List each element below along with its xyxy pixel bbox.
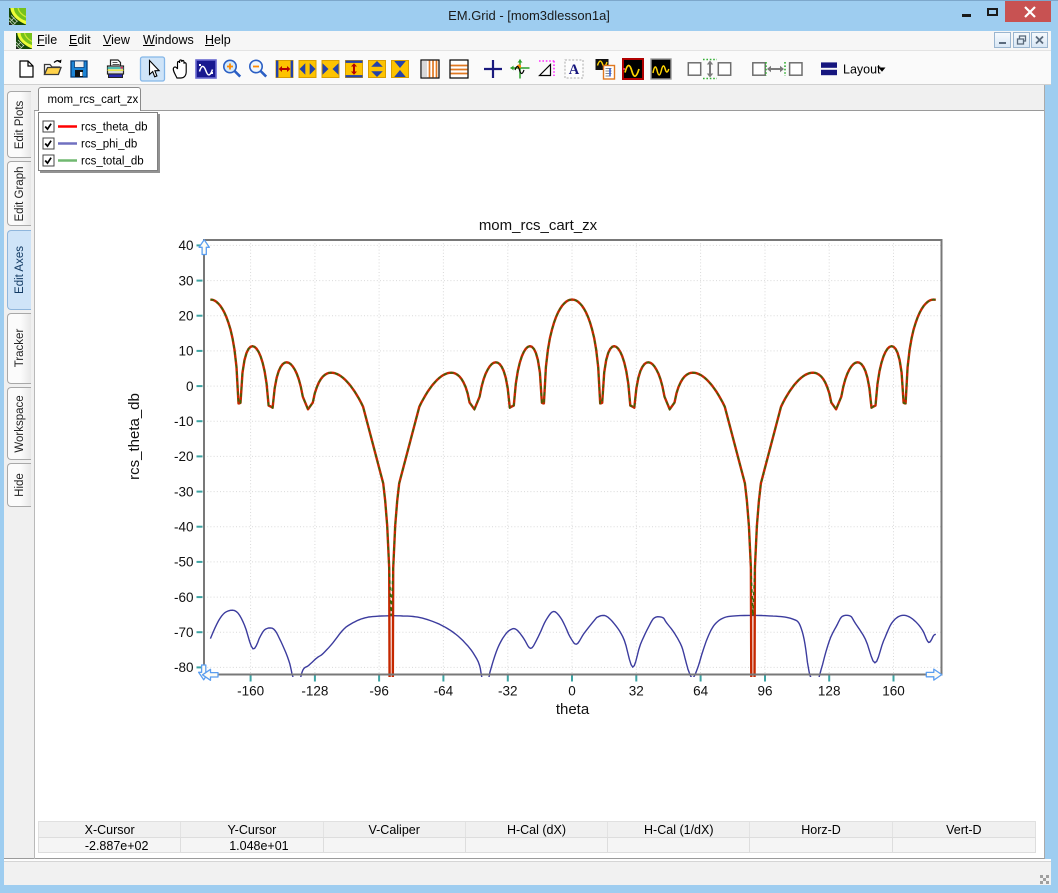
svg-text:-32: -32 <box>498 684 518 699</box>
svg-text:theta: theta <box>556 701 590 718</box>
svg-text:-160: -160 <box>237 684 264 699</box>
svg-text:rcs_phi_db: rcs_phi_db <box>81 139 137 151</box>
svg-text:20: 20 <box>178 309 193 324</box>
svg-text:-80: -80 <box>174 660 194 675</box>
svg-text:10: 10 <box>178 344 193 359</box>
svg-text:-128: -128 <box>301 684 328 699</box>
svg-text:-50: -50 <box>174 555 194 570</box>
svg-text:-60: -60 <box>174 590 194 605</box>
svg-text:rcs_theta_db: rcs_theta_db <box>81 122 148 134</box>
svg-text:-64: -64 <box>434 684 454 699</box>
svg-text:-30: -30 <box>174 484 194 499</box>
svg-text:160: 160 <box>882 684 905 699</box>
svg-text:0: 0 <box>568 684 576 699</box>
svg-text:96: 96 <box>757 684 772 699</box>
svg-text:-70: -70 <box>174 625 194 640</box>
svg-text:-96: -96 <box>369 684 389 699</box>
svg-text:mom_rcs_cart_zx: mom_rcs_cart_zx <box>479 217 598 234</box>
svg-text:rcs_theta_db: rcs_theta_db <box>126 393 143 480</box>
svg-text:64: 64 <box>693 684 709 699</box>
svg-text:-10: -10 <box>174 414 194 429</box>
svg-text:40: 40 <box>178 238 193 253</box>
svg-text:32: 32 <box>629 684 644 699</box>
svg-text:-40: -40 <box>174 520 194 535</box>
svg-text:0: 0 <box>186 379 194 394</box>
svg-text:128: 128 <box>818 684 841 699</box>
svg-text:-20: -20 <box>174 449 194 464</box>
svg-text:30: 30 <box>178 273 193 288</box>
svg-text:rcs_total_db: rcs_total_db <box>81 156 144 168</box>
